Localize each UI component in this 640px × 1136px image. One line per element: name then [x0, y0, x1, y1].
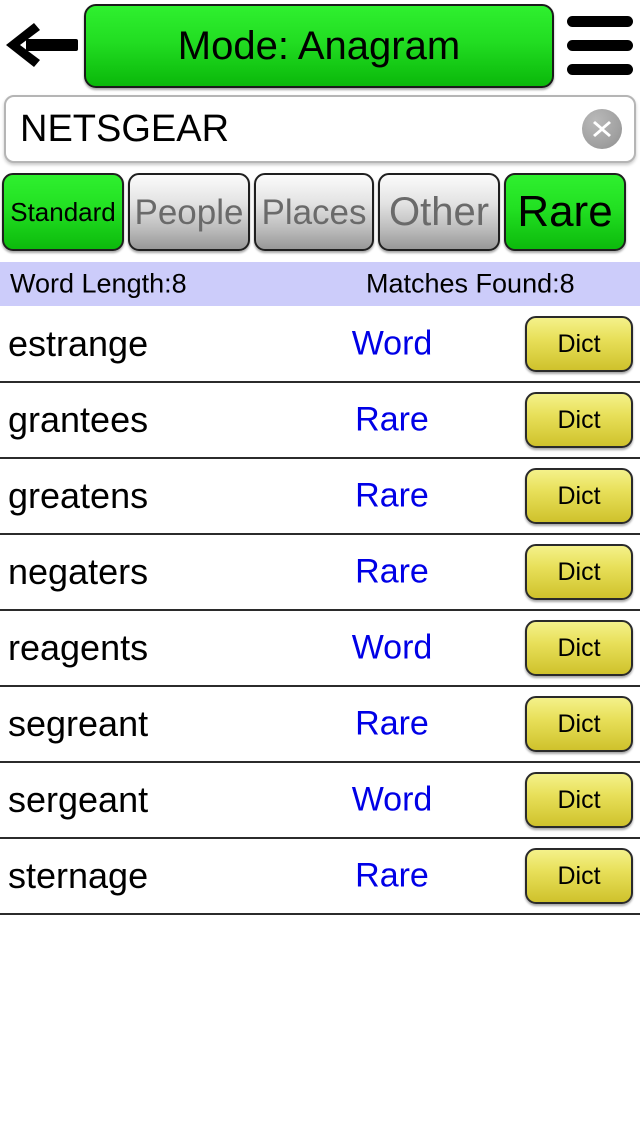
result-word: grantees	[8, 399, 149, 440]
search-input[interactable]	[20, 97, 560, 161]
dict-button-label: Dict	[557, 861, 601, 890]
back-button[interactable]	[2, 8, 82, 82]
dict-button[interactable]: Dict	[525, 544, 633, 600]
word-length-label: Word Length:8	[10, 268, 187, 299]
dict-button[interactable]: Dict	[525, 696, 633, 752]
dict-button[interactable]: Dict	[525, 772, 633, 828]
result-word-type: Rare	[355, 552, 429, 591]
table-row[interactable]: segreant Rare Dict	[0, 687, 640, 763]
result-word: greatens	[8, 475, 149, 516]
filter-label-other: Other	[388, 190, 490, 234]
result-word-type: Rare	[355, 856, 429, 895]
table-row[interactable]: estrange Word Dict	[0, 307, 640, 383]
filter-label-rare: Rare	[517, 187, 613, 236]
table-row[interactable]: sergeant Word Dict	[0, 763, 640, 839]
result-word: sergeant	[8, 779, 149, 820]
dict-button[interactable]: Dict	[525, 620, 633, 676]
clear-circle-x-icon	[593, 121, 611, 137]
filter-label-standard: Standard	[10, 197, 116, 227]
filter-label-people: People	[134, 192, 244, 232]
table-row[interactable]: reagents Word Dict	[0, 611, 640, 687]
filter-button-places[interactable]: Places	[254, 173, 374, 251]
table-row[interactable]: sternage Rare Dict	[0, 839, 640, 915]
menu-button[interactable]	[562, 8, 638, 82]
result-word-type: Rare	[355, 704, 429, 743]
results-list: estrange Word Dict grantees Rare Dict greatens…	[0, 307, 640, 915]
dict-button-label: Dict	[557, 405, 601, 434]
result-word-type: Rare	[355, 476, 429, 515]
top-bar: Mode: Anagram	[0, 0, 640, 92]
result-word: reagents	[8, 627, 149, 668]
filter-button-row: Standard People Places Other Rare	[0, 173, 640, 259]
dict-button[interactable]: Dict	[525, 392, 633, 448]
hamburger-menu-icon-line-3	[567, 63, 633, 75]
filter-button-people[interactable]: People	[128, 173, 250, 251]
search-field[interactable]	[4, 95, 636, 163]
dict-button[interactable]: Dict	[525, 848, 633, 904]
mode-button-label: Mode: Anagram	[177, 24, 461, 68]
hamburger-menu-icon-line-1	[567, 15, 633, 27]
dict-button[interactable]: Dict	[525, 316, 633, 372]
dict-button-label: Dict	[557, 785, 601, 814]
result-word: sternage	[8, 855, 149, 896]
result-word: segreant	[8, 703, 149, 744]
result-word-type: Rare	[355, 400, 429, 439]
dict-button[interactable]: Dict	[525, 468, 633, 524]
table-row[interactable]: greatens Rare Dict	[0, 459, 640, 535]
result-word-type: Word	[351, 780, 433, 819]
dict-button-label: Dict	[557, 329, 601, 358]
matches-found-label: Matches Found:8	[366, 268, 575, 299]
filter-button-other[interactable]: Other	[378, 173, 500, 251]
status-bar: Word Length:8 Matches Found:8	[0, 262, 640, 306]
result-word: estrange	[8, 323, 149, 364]
dict-button-label: Dict	[557, 481, 601, 510]
dict-button-label: Dict	[557, 633, 601, 662]
clear-search-button[interactable]	[582, 109, 622, 149]
result-word-type: Word	[351, 628, 433, 667]
dict-button-label: Dict	[557, 557, 601, 586]
dict-button-label: Dict	[557, 709, 601, 738]
back-arrow-icon	[6, 23, 78, 67]
result-word: negaters	[8, 551, 149, 592]
table-row[interactable]: negaters Rare Dict	[0, 535, 640, 611]
table-row[interactable]: grantees Rare Dict	[0, 383, 640, 459]
hamburger-menu-icon-line-2	[567, 39, 633, 51]
filter-button-rare[interactable]: Rare	[504, 173, 626, 251]
mode-button[interactable]: Mode: Anagram	[84, 4, 554, 88]
filter-label-places: Places	[261, 192, 367, 232]
result-word-type: Word	[351, 324, 433, 363]
filter-button-standard[interactable]: Standard	[2, 173, 124, 251]
